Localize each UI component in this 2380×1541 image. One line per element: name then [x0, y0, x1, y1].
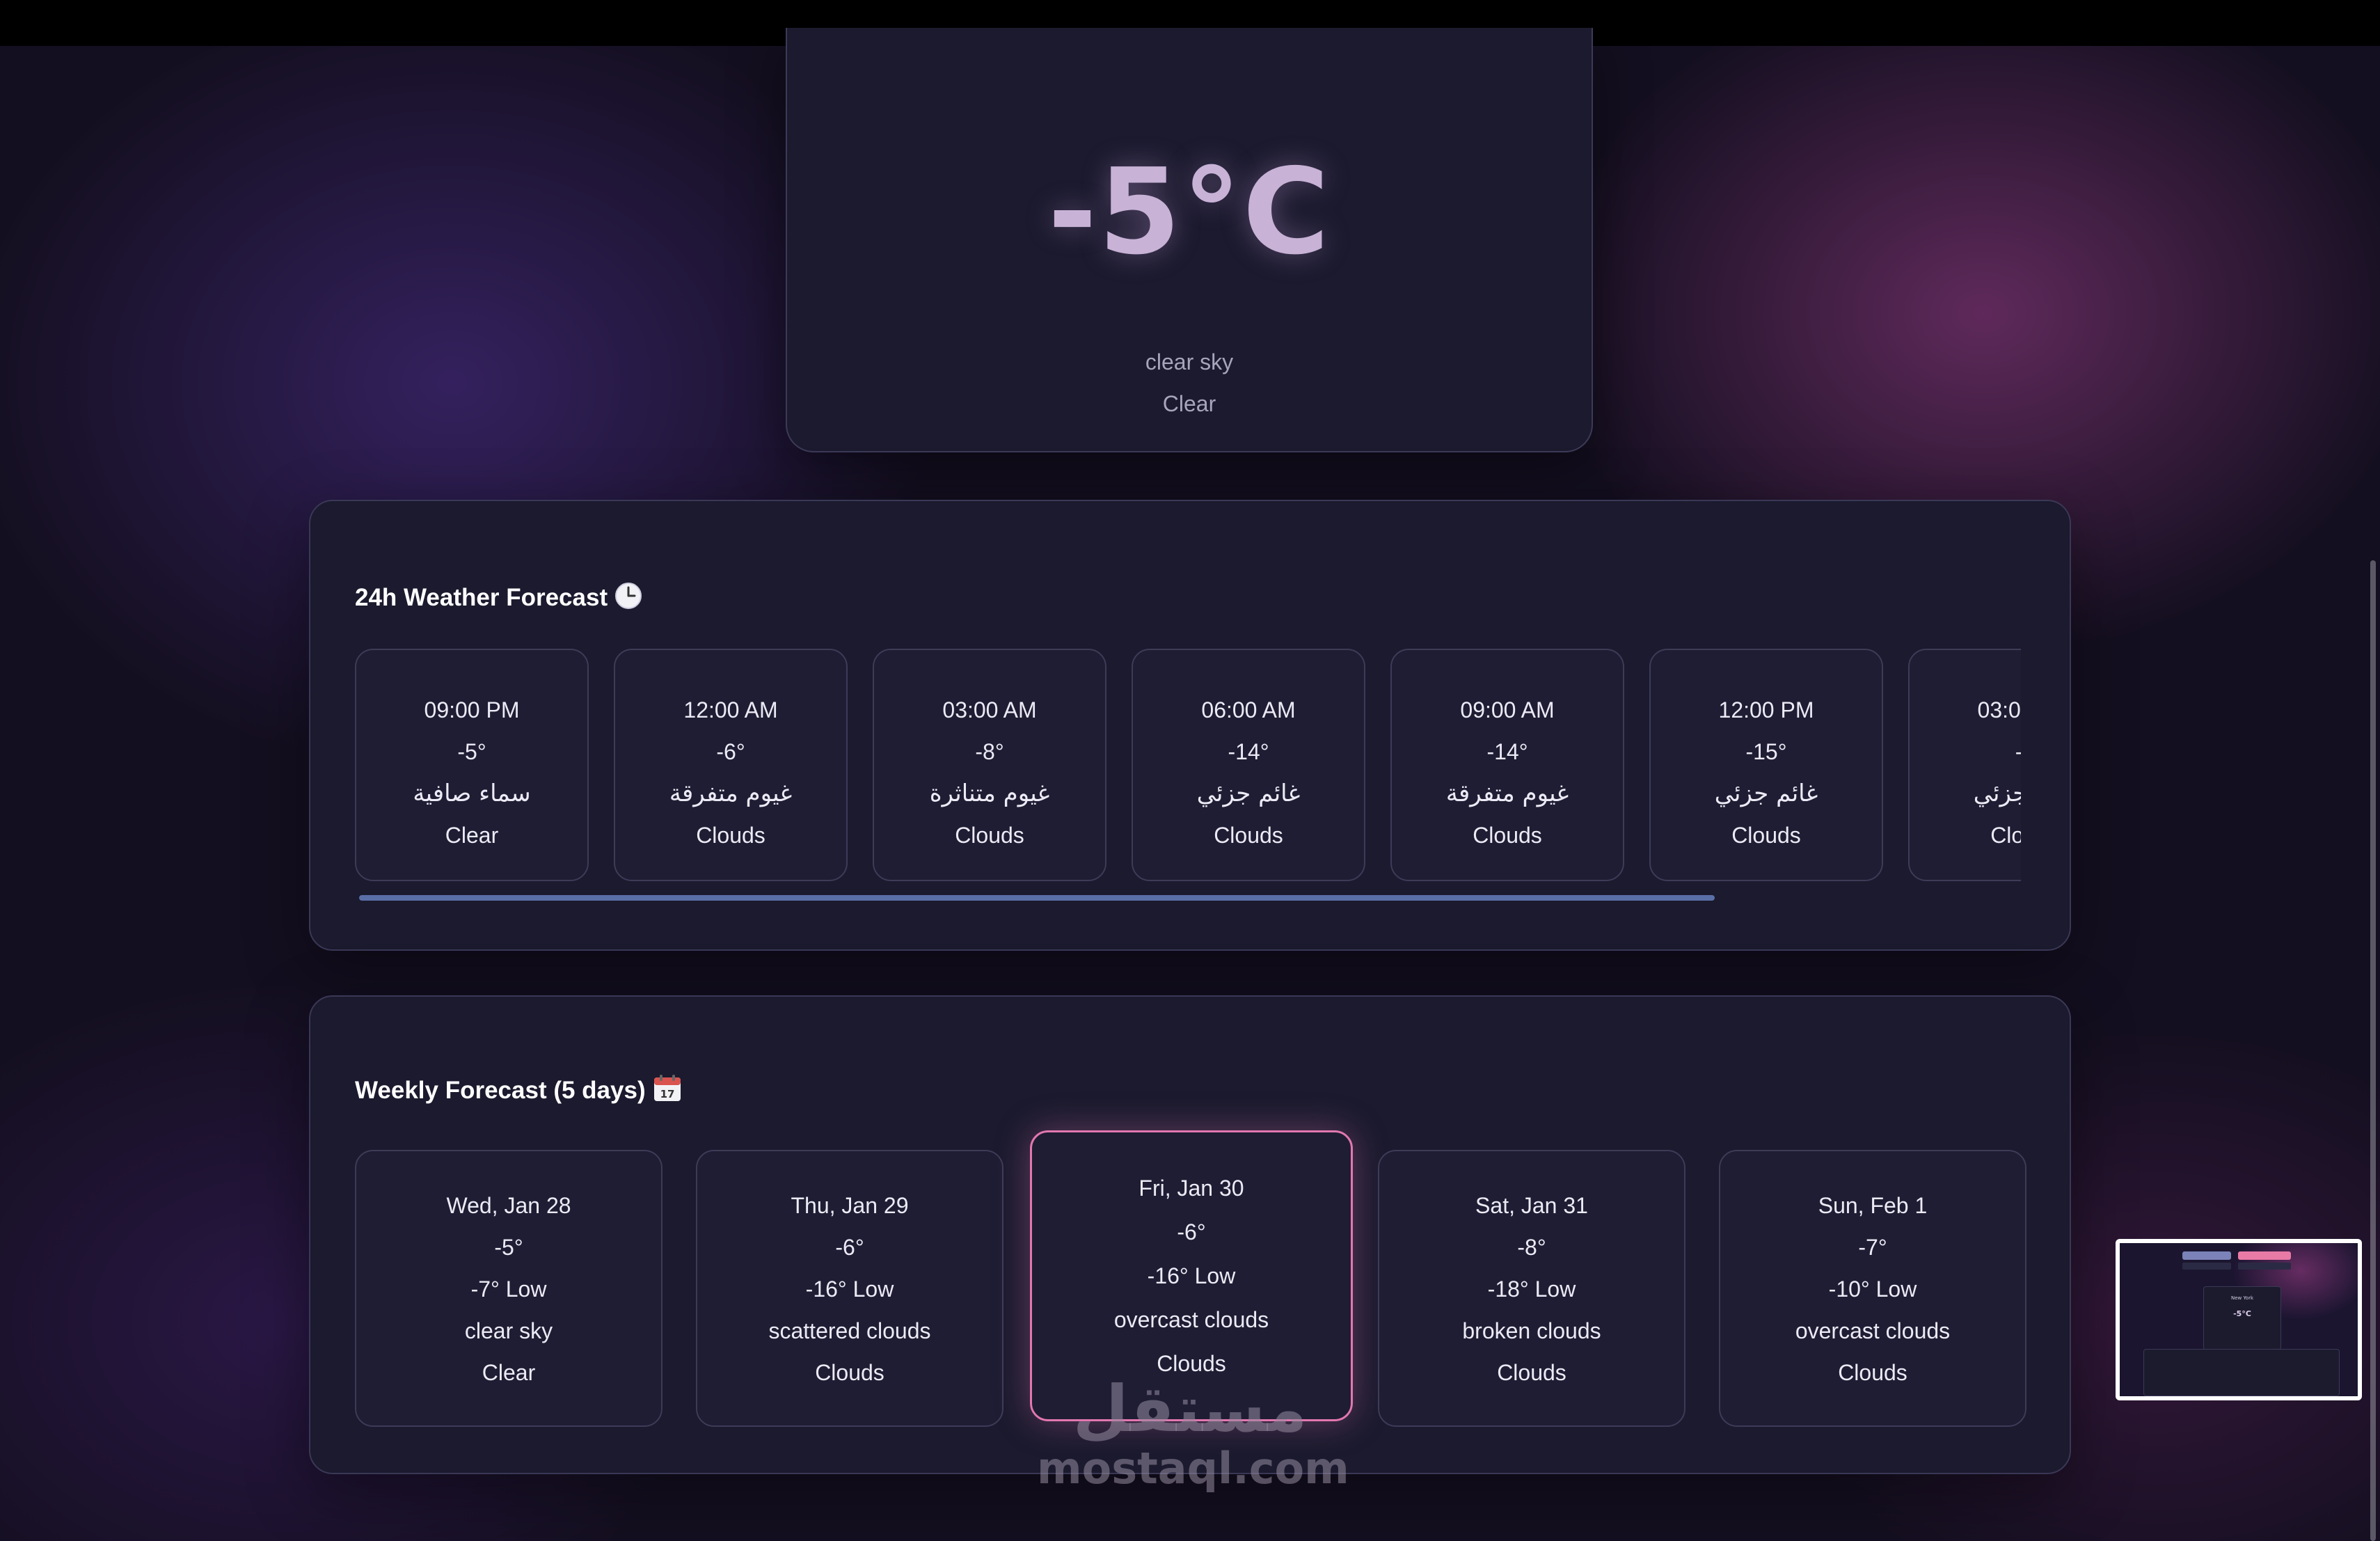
hourly-description-ar: غائم جزئي	[1196, 780, 1301, 807]
daily-description: overcast clouds	[1795, 1318, 1951, 1343]
hourly-condition: Clouds	[1990, 823, 2021, 848]
hourly-description-ar: غائم جزئي	[1973, 780, 2021, 807]
daily-low: -10° Low	[1828, 1277, 1917, 1302]
preview-temperature: -5°C	[2233, 1309, 2251, 1318]
hourly-time: 12:00 PM	[1718, 697, 1814, 722]
daily-low: -7° Low	[470, 1277, 547, 1302]
page-preview-thumbnail[interactable]: New York -5°C	[2116, 1239, 2362, 1400]
hourly-temp: -14°	[1486, 739, 1528, 764]
daily-date: Sun, Feb 1	[1818, 1193, 1928, 1218]
daily-description: broken clouds	[1462, 1318, 1601, 1343]
daily-date: Sat, Jan 31	[1475, 1193, 1588, 1218]
page-scrollbar-thumb[interactable]	[2370, 560, 2376, 1541]
daily-high: -5°	[494, 1235, 523, 1260]
daily-card[interactable]: Sun, Feb 1 -7° -10° Low overcast clouds …	[1719, 1150, 2026, 1427]
hourly-time: 12:00 AM	[683, 697, 778, 722]
daily-description: scattered clouds	[768, 1318, 931, 1343]
hourly-time: 03:00 PM	[1977, 697, 2021, 722]
daily-description: overcast clouds	[1113, 1307, 1269, 1332]
hourly-card[interactable]: 12:00 AM -6° غيوم متفرقة Clouds	[614, 649, 848, 881]
daily-condition: Clouds	[1838, 1360, 1907, 1385]
hourly-forecast-scroll[interactable]: 09:00 PM -5° سماء صافية Clear 12:00 AM -…	[355, 649, 2021, 883]
hourly-card[interactable]: 09:00 PM -5° سماء صافية Clear	[355, 649, 589, 881]
daily-high: -6°	[835, 1235, 864, 1260]
hourly-temp: -15°	[1745, 739, 1787, 764]
daily-high: -8°	[1517, 1235, 1546, 1260]
hourly-temp: -8°	[975, 739, 1004, 764]
daily-low: -16° Low	[1147, 1263, 1236, 1288]
clock-icon	[614, 582, 642, 616]
hourly-forecast-title: 24h Weather Forecast	[355, 582, 642, 616]
weekly-forecast-title: Weekly Forecast (5 days) 17	[355, 1073, 682, 1109]
hourly-condition: Clouds	[955, 823, 1024, 848]
daily-description: clear sky	[464, 1318, 553, 1343]
preview-city: New York	[2230, 1295, 2254, 1301]
preview-current-card: New York -5°C	[2203, 1286, 2281, 1350]
daily-date: Thu, Jan 29	[791, 1193, 909, 1218]
current-description: clear sky	[1145, 349, 1234, 374]
hourly-condition: Clouds	[696, 823, 765, 848]
hourly-time: 09:00 PM	[424, 697, 520, 722]
hourly-condition: Clouds	[1214, 823, 1283, 848]
hourly-card[interactable]: 03:00 AM -8° غيوم متناثرة Clouds	[873, 649, 1106, 881]
hourly-description-ar: غيوم متفرقة	[669, 780, 793, 807]
preview-forecast-panel	[2143, 1349, 2340, 1396]
daily-card[interactable]: Thu, Jan 29 -6° -16° Low scattered cloud…	[696, 1150, 1003, 1427]
calendar-icon: 17	[653, 1073, 682, 1109]
preview-button	[2238, 1251, 2291, 1260]
daily-date: Wed, Jan 28	[446, 1193, 571, 1218]
preview-bar	[2182, 1263, 2231, 1270]
daily-condition: Clouds	[815, 1360, 884, 1385]
calendar-day-number: 17	[660, 1088, 674, 1100]
current-condition: Clear	[1162, 391, 1216, 416]
daily-high: -6°	[1177, 1219, 1206, 1244]
hourly-description-ar: غيوم متناثرة	[929, 780, 1050, 807]
hourly-forecast-title-text: 24h Weather Forecast	[355, 584, 608, 611]
daily-low: -16° Low	[805, 1277, 894, 1302]
watermark: مستقل mostaql.com	[1037, 1372, 1349, 1494]
hourly-time: 06:00 AM	[1201, 697, 1296, 722]
current-temperature: -5°C	[1047, 143, 1331, 281]
hourly-time: 03:00 AM	[942, 697, 1037, 722]
daily-low: -18° Low	[1487, 1277, 1576, 1302]
hourly-card[interactable]: 06:00 AM -14° غائم جزئي Clouds	[1132, 649, 1365, 881]
daily-condition: Clear	[482, 1360, 536, 1385]
watermark-domain: mostaql.com	[1037, 1443, 1349, 1494]
hourly-condition: Clear	[445, 823, 499, 848]
preview-button	[2182, 1251, 2231, 1260]
hourly-temp: -6°	[716, 739, 745, 764]
hourly-description-ar: غيوم متفرقة	[1445, 780, 1569, 807]
hourly-card[interactable]: 12:00 PM -15° غائم جزئي Clouds	[1649, 649, 1883, 881]
hourly-temp: -1	[1910, 739, 2021, 765]
hourly-card[interactable]: 03:00 PM -1 غائم جزئي Clouds	[1908, 649, 2021, 881]
hourly-temp: -5°	[457, 739, 486, 764]
hourly-description-ar: سماء صافية	[413, 780, 531, 807]
preview-bar	[2238, 1263, 2291, 1270]
daily-condition: Clouds	[1497, 1360, 1566, 1385]
hourly-temp: -14°	[1228, 739, 1269, 764]
hourly-time: 09:00 AM	[1460, 697, 1555, 722]
current-weather-card: -5°C clear sky Clear	[786, 28, 1593, 452]
hourly-card[interactable]: 09:00 AM -14° غيوم متفرقة Clouds	[1390, 649, 1624, 881]
weekly-forecast-title-text: Weekly Forecast (5 days)	[355, 1077, 646, 1104]
daily-high: -7°	[1858, 1235, 1887, 1260]
daily-date: Fri, Jan 30	[1139, 1176, 1244, 1201]
hourly-description-ar: غائم جزئي	[1714, 780, 1818, 807]
hourly-condition: Clouds	[1473, 823, 1542, 848]
hourly-scrollbar-thumb[interactable]	[359, 895, 1715, 901]
hourly-condition: Clouds	[1731, 823, 1801, 848]
hourly-forecast-panel: 24h Weather Forecast 09:00 PM -5° سماء ص…	[309, 500, 2071, 951]
daily-card[interactable]: Sat, Jan 31 -8° -18° Low broken clouds C…	[1378, 1150, 1685, 1427]
watermark-arabic: مستقل	[1072, 1372, 1308, 1446]
daily-card[interactable]: Wed, Jan 28 -5° -7° Low clear sky Clear	[355, 1150, 663, 1427]
